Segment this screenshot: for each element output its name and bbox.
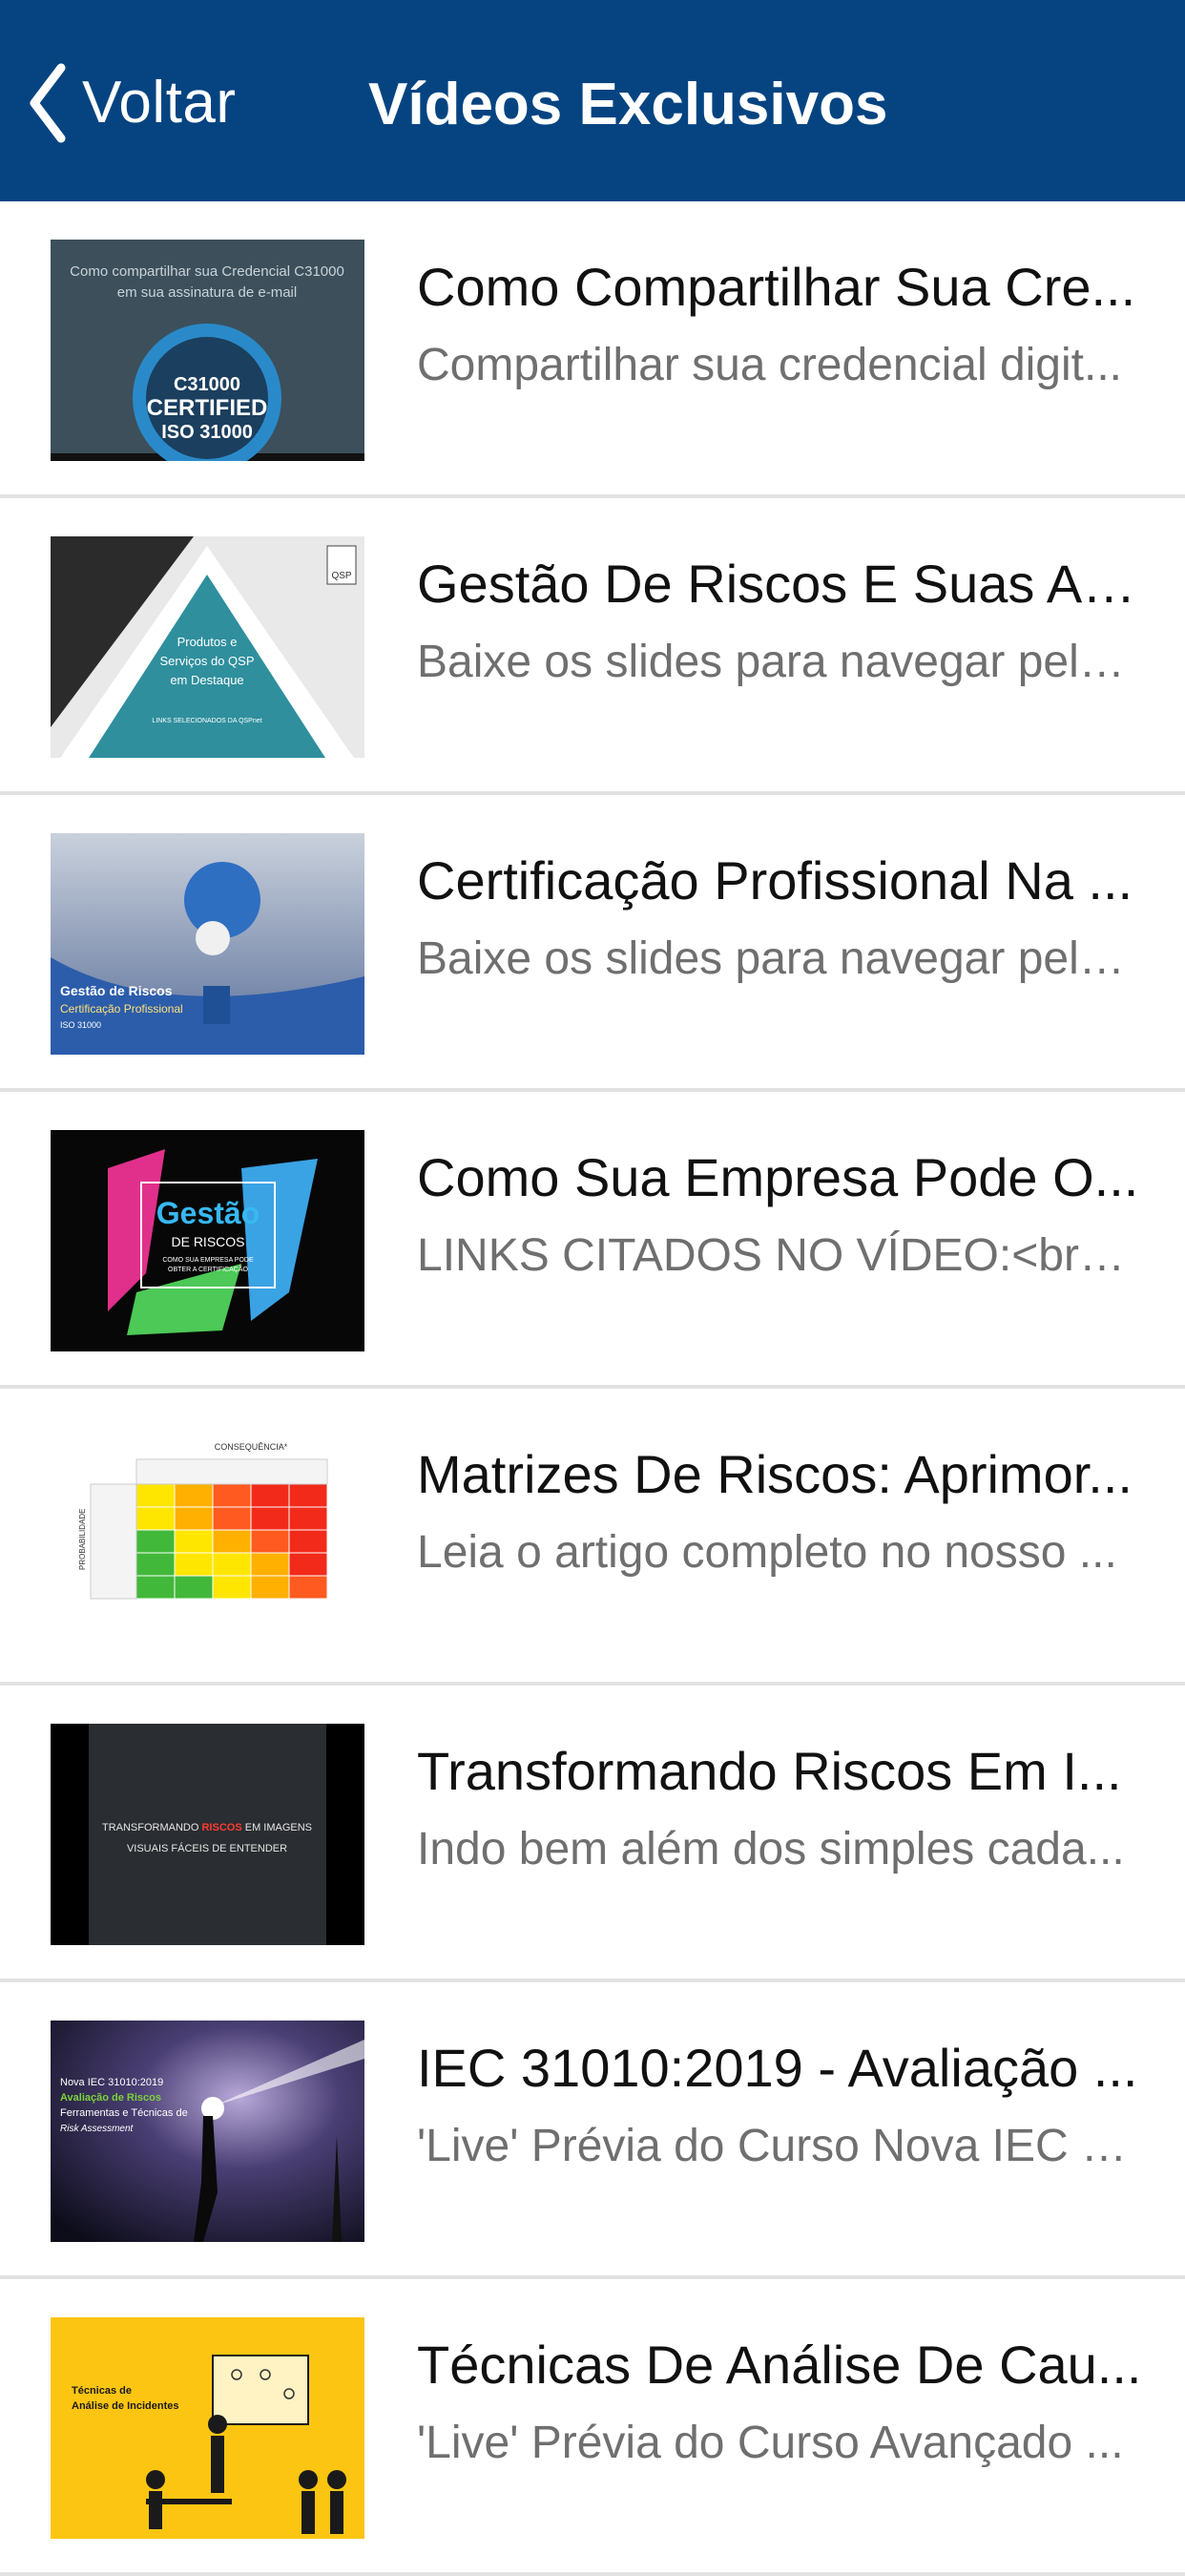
video-description: 'Live' Prévia do Curso Avançado ... [417, 2418, 1124, 2468]
video-thumbnail: CONSEQUÊNCIA* PROBABILIDADE [51, 1427, 364, 1648]
svg-text:Certificação Profissional: Certificação Profissional [60, 1002, 183, 1016]
video-description: Indo bem além dos simples cada... [417, 1824, 1125, 1874]
video-list-item[interactable]: Gestão DE RISCOS COMO SUA EMPRESA PODE O… [0, 1092, 1185, 1389]
badge-text: CERTIFIED [147, 395, 268, 421]
svg-text:Gestão: Gestão [156, 1196, 260, 1230]
video-thumbnail: Produtos e Serviços do QSP em Destaque L… [51, 536, 364, 758]
video-thumbnail: Nova IEC 31010:2019 Avaliação de Riscos … [51, 2021, 364, 2242]
video-list-item[interactable]: Gestão de Riscos Certificação Profission… [0, 795, 1185, 1092]
back-label: Voltar [82, 70, 237, 136]
video-title: Como Compartilhar Sua Cre... [417, 257, 1136, 317]
video-title: Técnicas De Análise De Cau... [417, 2335, 1142, 2395]
svg-text:Serviços do QSP: Serviços do QSP [160, 654, 255, 668]
video-title: Como Sua Empresa Pode O... [417, 1147, 1139, 1207]
thumb-caption: em sua assinatura de e-mail [117, 284, 297, 301]
video-list-item[interactable]: Como compartilhar sua Credencial C31000 … [0, 201, 1185, 498]
svg-text:Nova IEC 31010:2019: Nova IEC 31010:2019 [60, 2077, 163, 2088]
svg-text:Risk Assessment: Risk Assessment [60, 2124, 135, 2134]
svg-text:em Destaque: em Destaque [170, 673, 243, 687]
thumb-caption: Como compartilhar sua Credencial C31000 [70, 263, 344, 280]
video-description: 'Live' Prévia do Curso Nova IEC 3... [417, 2121, 1142, 2171]
video-list: Como compartilhar sua Credencial C31000 … [0, 201, 1185, 2576]
svg-text:Ferramentas e Técnicas de: Ferramentas e Técnicas de [60, 2107, 188, 2119]
video-title: Certificação Profissional Na ... [417, 850, 1133, 911]
svg-text:TRANSFORMANDO RISCOS EM IMAGEN: TRANSFORMANDO RISCOS EM IMAGENS [102, 1822, 312, 1833]
video-thumbnail: Gestão de Riscos Certificação Profission… [51, 833, 364, 1055]
video-thumbnail: Técnicas de Análise de Incidentes [51, 2317, 364, 2539]
badge-text: ISO 31000 [161, 422, 253, 443]
svg-text:Análise de Incidentes: Análise de Incidentes [72, 2400, 178, 2412]
video-thumbnail: Gestão DE RISCOS COMO SUA EMPRESA PODE O… [51, 1130, 364, 1351]
video-description: Compartilhar sua credencial digit... [417, 340, 1123, 390]
video-thumbnail: Como compartilhar sua Credencial C31000 … [51, 240, 364, 461]
video-list-item[interactable]: Produtos e Serviços do QSP em Destaque L… [0, 498, 1185, 795]
navigation-bar: Voltar Vídeos Exclusivos [0, 0, 1185, 201]
svg-text:COMO SUA EMPRESA PODE: COMO SUA EMPRESA PODE [162, 1257, 254, 1264]
svg-text:CONSEQUÊNCIA*: CONSEQUÊNCIA* [215, 1442, 288, 1452]
svg-text:Técnicas de: Técnicas de [72, 2385, 132, 2397]
video-title: Transformando Riscos Em I... [417, 1741, 1122, 1801]
video-description: Baixe os slides para navegar pelo... [417, 637, 1142, 687]
svg-text:LINKS SELECIONADOS DA QSPnet: LINKS SELECIONADOS DA QSPnet [152, 718, 261, 724]
svg-text:Avaliação de Riscos: Avaliação de Riscos [60, 2092, 161, 2104]
video-list-item[interactable]: TRANSFORMANDO RISCOS EM IMAGENS VISUAIS … [0, 1686, 1185, 1982]
video-list-item[interactable]: Nova IEC 31010:2019 Avaliação de Riscos … [0, 1982, 1185, 2279]
page-title: Vídeos Exclusivos [368, 72, 888, 137]
svg-text:PROBABILIDADE: PROBABILIDADE [78, 1509, 87, 1570]
chevron-left-icon [30, 63, 66, 142]
svg-text:Gestão de Riscos: Gestão de Riscos [60, 983, 173, 998]
video-description: Baixe os slides para navegar pelo... [417, 933, 1142, 984]
video-title: IEC 31010:2019 - Avaliação ... [417, 2038, 1138, 2098]
qsp-logo: QSP [331, 571, 351, 581]
svg-text:DE RISCOS: DE RISCOS [171, 1234, 244, 1249]
video-description: LINKS CITADOS NO VÍDEO:<br>-... [417, 1230, 1142, 1281]
back-button[interactable]: Voltar [27, 57, 237, 148]
video-list-item[interactable]: Técnicas de Análise de Incidentes Técnic… [0, 2279, 1185, 2576]
svg-text:OBTER A CERTIFICAÇÃO: OBTER A CERTIFICAÇÃO [168, 1265, 248, 1273]
video-description: Leia o artigo completo no nosso ... [417, 1527, 1117, 1578]
video-thumbnail: TRANSFORMANDO RISCOS EM IMAGENS VISUAIS … [51, 1724, 364, 1945]
video-list-item[interactable]: CONSEQUÊNCIA* PROBABILIDADE Matrizes De … [0, 1389, 1185, 1686]
badge-text: C31000 [174, 374, 240, 395]
svg-text:VISUAIS FÁCEIS DE ENTENDER: VISUAIS FÁCEIS DE ENTENDER [127, 1842, 287, 1854]
svg-text:Produtos e: Produtos e [177, 635, 238, 649]
svg-text:ISO 31000: ISO 31000 [60, 1020, 101, 1030]
video-title: Gestão De Riscos E Suas Ap... [417, 554, 1142, 614]
video-title: Matrizes De Riscos: Aprimor... [417, 1444, 1133, 1504]
